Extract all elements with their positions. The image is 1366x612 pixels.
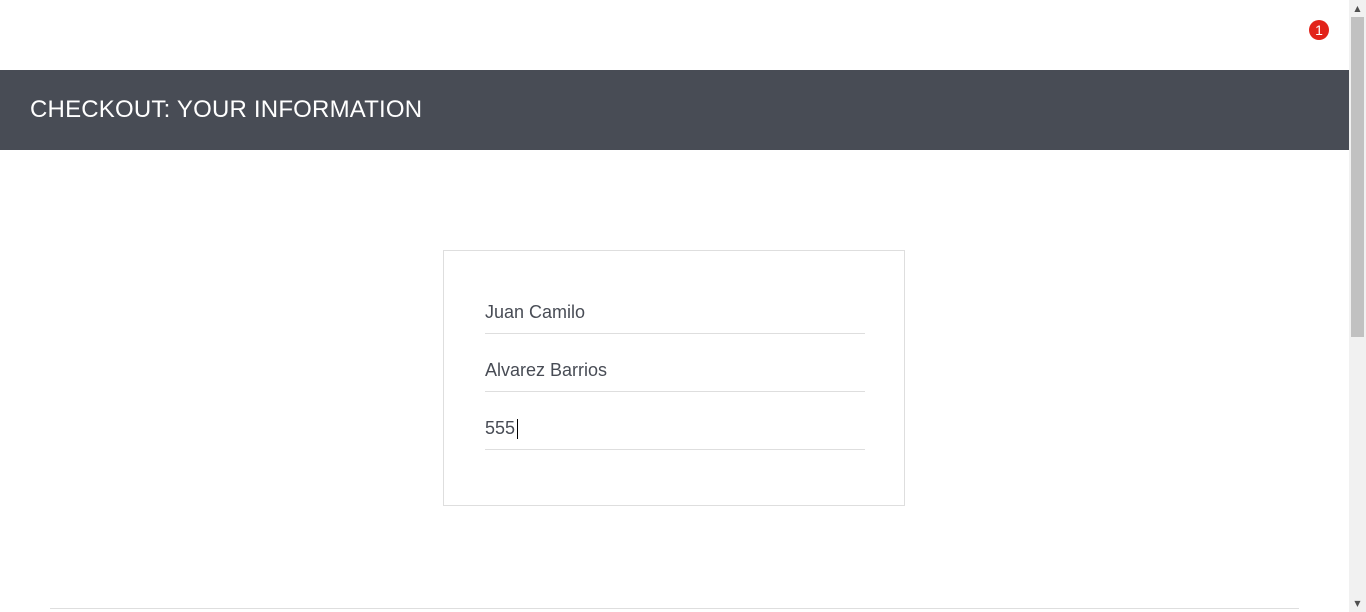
last-name-input[interactable] bbox=[485, 350, 865, 392]
cart-badge: 1 bbox=[1309, 20, 1329, 40]
page-header: CHECKOUT: YOUR INFORMATION bbox=[0, 70, 1349, 150]
shopping-cart-link[interactable]: 1 bbox=[1290, 12, 1330, 48]
checkout-info-form bbox=[443, 250, 905, 506]
first-name-input[interactable] bbox=[485, 292, 865, 334]
page-title: CHECKOUT: YOUR INFORMATION bbox=[30, 96, 423, 123]
checkout-page: 1 CHECKOUT: YOUR INFORMATION bbox=[0, 0, 1349, 612]
postal-code-input[interactable] bbox=[485, 408, 865, 450]
scrollbar-thumb[interactable] bbox=[1351, 17, 1364, 337]
vertical-scrollbar[interactable]: ▲ ▼ bbox=[1349, 0, 1366, 612]
scroll-up-arrow-icon[interactable]: ▲ bbox=[1349, 0, 1366, 17]
top-bar: 1 bbox=[0, 0, 1349, 70]
text-caret bbox=[517, 419, 518, 439]
footer-divider bbox=[50, 608, 1299, 609]
scroll-down-arrow-icon[interactable]: ▼ bbox=[1349, 595, 1366, 612]
